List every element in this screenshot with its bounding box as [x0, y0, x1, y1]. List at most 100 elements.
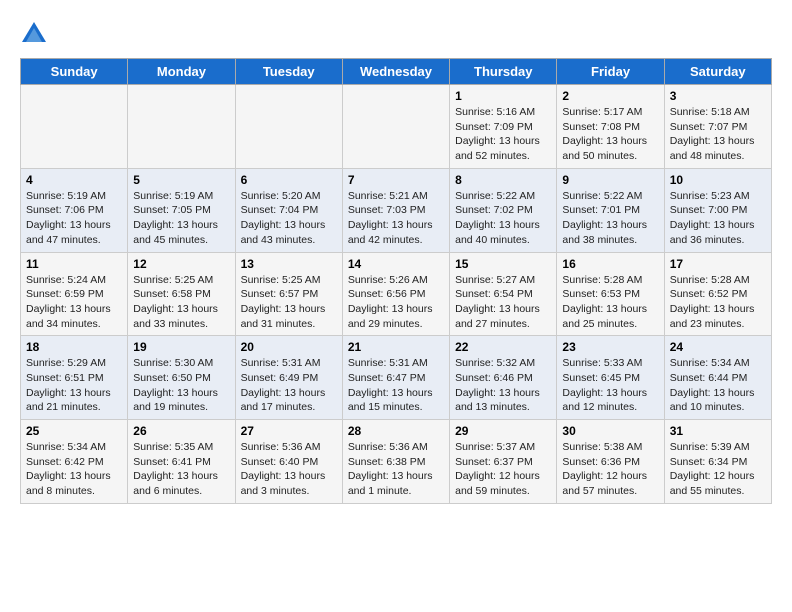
day-number: 5 — [133, 173, 229, 187]
calendar-cell: 9 Sunrise: 5:22 AM Sunset: 7:01 PM Daylig… — [557, 168, 664, 252]
day-number: 18 — [26, 340, 122, 354]
day-number: 12 — [133, 257, 229, 271]
day-header-saturday: Saturday — [664, 59, 771, 85]
calendar-cell: 17 Sunrise: 5:28 AM Sunset: 6:52 PM Dayli… — [664, 252, 771, 336]
calendar-cell: 12 Sunrise: 5:25 AM Sunset: 6:58 PM Dayli… — [128, 252, 235, 336]
week-row-1: 1Sunrise: 5:16 AM Sunset: 7:09 PM Daylig… — [21, 85, 772, 169]
day-header-monday: Monday — [128, 59, 235, 85]
day-info: Sunrise: 5:22 AM Sunset: 7:01 PM Dayligh… — [562, 189, 658, 248]
day-info: Sunrise: 5:16 AM Sunset: 7:09 PM Dayligh… — [455, 105, 551, 164]
calendar-cell: 10 Sunrise: 5:23 AM Sunset: 7:00 PM Dayli… — [664, 168, 771, 252]
calendar-cell: 24 Sunrise: 5:34 AM Sunset: 6:44 PM Dayli… — [664, 336, 771, 420]
day-info: Sunrise: 5:21 AM Sunset: 7:03 PM Dayligh… — [348, 189, 444, 248]
day-info: Sunrise: 5:35 AM Sunset: 6:41 PM Dayligh… — [133, 440, 229, 499]
day-info: Sunrise: 5:23 AM Sunset: 7:00 PM Dayligh… — [670, 189, 766, 248]
day-number: 14 — [348, 257, 444, 271]
day-info: Sunrise: 5:29 AM Sunset: 6:51 PM Dayligh… — [26, 356, 122, 415]
day-number: 6 — [241, 173, 337, 187]
day-header-friday: Friday — [557, 59, 664, 85]
calendar-cell: 14 Sunrise: 5:26 AM Sunset: 6:56 PM Dayli… — [342, 252, 449, 336]
day-number: 22 — [455, 340, 551, 354]
calendar-cell: 19Sunrise: 5:30 AM Sunset: 6:50 PM Dayli… — [128, 336, 235, 420]
day-info: Sunrise: 5:33 AM Sunset: 6:45 PM Dayligh… — [562, 356, 658, 415]
day-number: 9 — [562, 173, 658, 187]
day-number: 4 — [26, 173, 122, 187]
calendar-cell: 27 Sunrise: 5:36 AM Sunset: 6:40 PM Dayli… — [235, 420, 342, 504]
day-info: Sunrise: 5:19 AM Sunset: 7:05 PM Dayligh… — [133, 189, 229, 248]
day-info: Sunrise: 5:22 AM Sunset: 7:02 PM Dayligh… — [455, 189, 551, 248]
calendar-cell — [342, 85, 449, 169]
calendar-cell: 31Sunrise: 5:39 AM Sunset: 6:34 PM Dayli… — [664, 420, 771, 504]
day-number: 31 — [670, 424, 766, 438]
day-header-sunday: Sunday — [21, 59, 128, 85]
calendar-cell: 6 Sunrise: 5:20 AM Sunset: 7:04 PM Daylig… — [235, 168, 342, 252]
calendar-cell: 26Sunrise: 5:35 AM Sunset: 6:41 PM Dayli… — [128, 420, 235, 504]
day-info: Sunrise: 5:19 AM Sunset: 7:06 PM Dayligh… — [26, 189, 122, 248]
week-row-3: 11Sunrise: 5:24 AM Sunset: 6:59 PM Dayli… — [21, 252, 772, 336]
calendar-cell: 5 Sunrise: 5:19 AM Sunset: 7:05 PM Daylig… — [128, 168, 235, 252]
day-info: Sunrise: 5:25 AM Sunset: 6:58 PM Dayligh… — [133, 273, 229, 332]
day-header-wednesday: Wednesday — [342, 59, 449, 85]
calendar-cell: 16 Sunrise: 5:28 AM Sunset: 6:53 PM Dayli… — [557, 252, 664, 336]
header — [20, 20, 772, 48]
calendar-cell: 23 Sunrise: 5:33 AM Sunset: 6:45 PM Dayli… — [557, 336, 664, 420]
day-number: 28 — [348, 424, 444, 438]
calendar-cell: 28 Sunrise: 5:36 AM Sunset: 6:38 PM Dayli… — [342, 420, 449, 504]
day-info: Sunrise: 5:36 AM Sunset: 6:38 PM Dayligh… — [348, 440, 444, 499]
day-info: Sunrise: 5:34 AM Sunset: 6:42 PM Dayligh… — [26, 440, 122, 499]
day-number: 2 — [562, 89, 658, 103]
day-info: Sunrise: 5:17 AM Sunset: 7:08 PM Dayligh… — [562, 105, 658, 164]
day-info: Sunrise: 5:28 AM Sunset: 6:53 PM Dayligh… — [562, 273, 658, 332]
calendar-cell: 3 Sunrise: 5:18 AM Sunset: 7:07 PM Daylig… — [664, 85, 771, 169]
day-info: Sunrise: 5:20 AM Sunset: 7:04 PM Dayligh… — [241, 189, 337, 248]
week-row-4: 18 Sunrise: 5:29 AM Sunset: 6:51 PM Dayli… — [21, 336, 772, 420]
day-info: Sunrise: 5:34 AM Sunset: 6:44 PM Dayligh… — [670, 356, 766, 415]
day-info: Sunrise: 5:27 AM Sunset: 6:54 PM Dayligh… — [455, 273, 551, 332]
day-number: 30 — [562, 424, 658, 438]
calendar-cell: 15 Sunrise: 5:27 AM Sunset: 6:54 PM Dayli… — [450, 252, 557, 336]
day-info: Sunrise: 5:25 AM Sunset: 6:57 PM Dayligh… — [241, 273, 337, 332]
calendar-cell: 25 Sunrise: 5:34 AM Sunset: 6:42 PM Dayli… — [21, 420, 128, 504]
day-info: Sunrise: 5:31 AM Sunset: 6:47 PM Dayligh… — [348, 356, 444, 415]
logo — [20, 20, 50, 48]
calendar-cell: 11Sunrise: 5:24 AM Sunset: 6:59 PM Dayli… — [21, 252, 128, 336]
day-number: 29 — [455, 424, 551, 438]
day-number: 19 — [133, 340, 229, 354]
day-info: Sunrise: 5:24 AM Sunset: 6:59 PM Dayligh… — [26, 273, 122, 332]
day-number: 13 — [241, 257, 337, 271]
day-number: 15 — [455, 257, 551, 271]
day-number: 3 — [670, 89, 766, 103]
day-info: Sunrise: 5:36 AM Sunset: 6:40 PM Dayligh… — [241, 440, 337, 499]
day-number: 17 — [670, 257, 766, 271]
calendar-cell: 7 Sunrise: 5:21 AM Sunset: 7:03 PM Daylig… — [342, 168, 449, 252]
day-number: 7 — [348, 173, 444, 187]
day-number: 16 — [562, 257, 658, 271]
day-number: 23 — [562, 340, 658, 354]
day-number: 24 — [670, 340, 766, 354]
day-number: 10 — [670, 173, 766, 187]
calendar-cell: 29 Sunrise: 5:37 AM Sunset: 6:37 PM Dayli… — [450, 420, 557, 504]
calendar-cell: 8Sunrise: 5:22 AM Sunset: 7:02 PM Daylig… — [450, 168, 557, 252]
day-header-thursday: Thursday — [450, 59, 557, 85]
day-number: 27 — [241, 424, 337, 438]
week-row-2: 4 Sunrise: 5:19 AM Sunset: 7:06 PM Daylig… — [21, 168, 772, 252]
calendar-table: SundayMondayTuesdayWednesdayThursdayFrid… — [20, 58, 772, 504]
calendar-cell: 30 Sunrise: 5:38 AM Sunset: 6:36 PM Dayli… — [557, 420, 664, 504]
calendar-cell: 18 Sunrise: 5:29 AM Sunset: 6:51 PM Dayli… — [21, 336, 128, 420]
day-info: Sunrise: 5:18 AM Sunset: 7:07 PM Dayligh… — [670, 105, 766, 164]
calendar-cell: 21 Sunrise: 5:31 AM Sunset: 6:47 PM Dayli… — [342, 336, 449, 420]
page: SundayMondayTuesdayWednesdayThursdayFrid… — [0, 0, 792, 514]
day-info: Sunrise: 5:37 AM Sunset: 6:37 PM Dayligh… — [455, 440, 551, 499]
calendar-cell — [21, 85, 128, 169]
logo-icon — [20, 20, 48, 48]
calendar-cell — [235, 85, 342, 169]
day-number: 25 — [26, 424, 122, 438]
calendar-cell: 13 Sunrise: 5:25 AM Sunset: 6:57 PM Dayli… — [235, 252, 342, 336]
calendar-cell — [128, 85, 235, 169]
day-info: Sunrise: 5:26 AM Sunset: 6:56 PM Dayligh… — [348, 273, 444, 332]
day-number: 20 — [241, 340, 337, 354]
day-info: Sunrise: 5:28 AM Sunset: 6:52 PM Dayligh… — [670, 273, 766, 332]
day-info: Sunrise: 5:38 AM Sunset: 6:36 PM Dayligh… — [562, 440, 658, 499]
week-row-5: 25 Sunrise: 5:34 AM Sunset: 6:42 PM Dayli… — [21, 420, 772, 504]
day-number: 21 — [348, 340, 444, 354]
